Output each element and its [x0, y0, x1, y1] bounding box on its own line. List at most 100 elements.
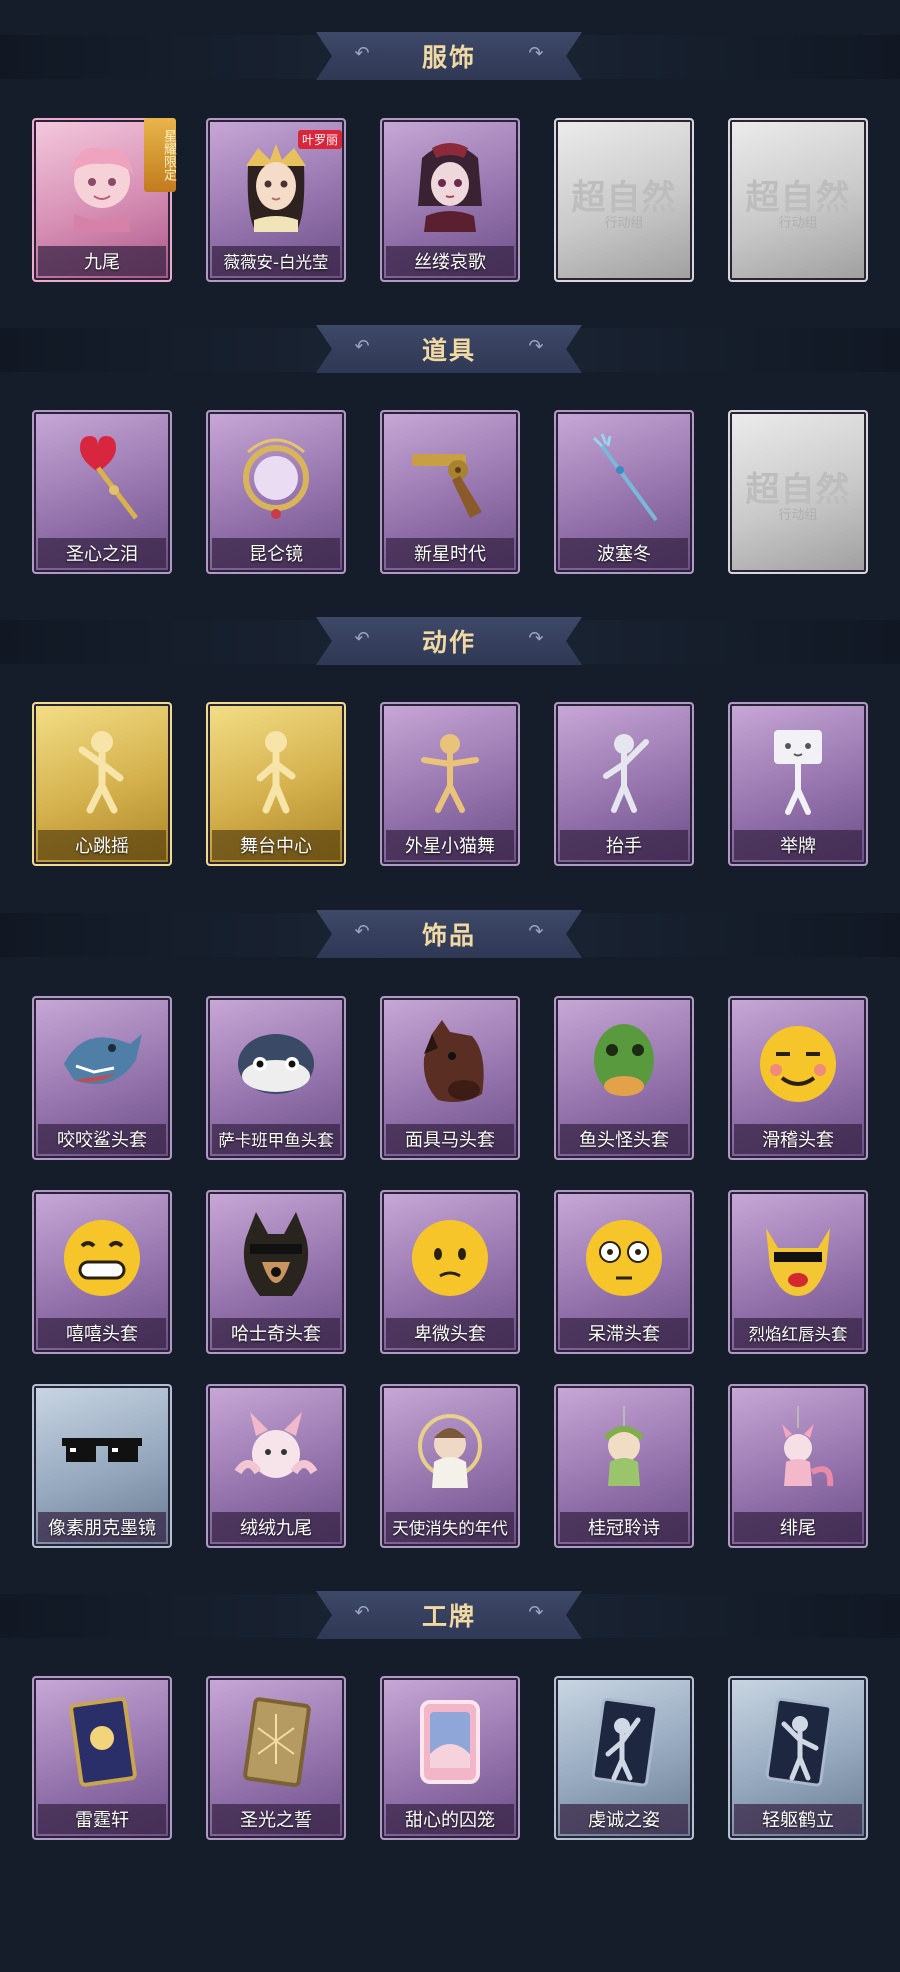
item-card[interactable]: 昆仑镜 [206, 410, 346, 574]
label-bar: 嘻嘻头套 [38, 1318, 166, 1348]
item-card[interactable]: 丝缕哀歌 [380, 118, 520, 282]
item-card[interactable]: 呆滞头套 [554, 1190, 694, 1354]
placeholder-logo-sub: 行动组 [778, 508, 818, 523]
item-card[interactable]: 叶罗丽 薇薇安-白光莹 [206, 118, 346, 282]
item-label: 卑微头套 [414, 1324, 486, 1345]
item-card[interactable]: 绒绒九尾 [206, 1384, 346, 1548]
item-card[interactable]: 滑稽头套 [728, 996, 868, 1160]
item-label: 烈焰红唇头套 [748, 1325, 848, 1344]
golden-crown-girl-portrait-icon [222, 134, 330, 234]
label-bar: 萨卡班甲鱼头套 [212, 1124, 340, 1154]
swirl-right-icon: ↷ [528, 628, 544, 649]
horse-head-icon [396, 1012, 504, 1112]
item-card[interactable]: 波塞冬 [554, 410, 694, 574]
holy-light-card-icon [222, 1692, 330, 1792]
item-card[interactable]: 舞台中心 [206, 702, 346, 866]
fish-head-icon [222, 1012, 330, 1112]
swirl-left-icon: ↶ [354, 43, 370, 64]
item-card[interactable]: 桂冠聆诗 [554, 1384, 694, 1548]
item-card[interactable]: 萨卡班甲鱼头套 [206, 996, 346, 1160]
gothic-girl-portrait-icon [396, 134, 504, 234]
limited-badge: 星耀限定 [144, 118, 176, 192]
item-card[interactable]: 举牌 [728, 702, 868, 866]
placeholder-logo-sub: 行动组 [604, 216, 644, 231]
item-card-placeholder[interactable]: 超自然 行动组 [728, 118, 868, 282]
item-card[interactable]: 轻躯鹤立 [728, 1676, 868, 1840]
section-banner-accessories: ↶ 饰品 ↷ [316, 910, 582, 958]
label-bar: 心跳摇 [38, 830, 166, 860]
fish-monster-head-icon [570, 1012, 678, 1112]
item-card[interactable]: 嘻嘻头套 [32, 1190, 172, 1354]
laurel-charm-icon [570, 1400, 678, 1500]
item-label: 丝缕哀歌 [414, 252, 486, 273]
label-bar: 绒绒九尾 [212, 1512, 340, 1542]
swirl-right-icon: ↷ [528, 43, 544, 64]
label-bar: 甜心的囚笼 [386, 1804, 514, 1834]
item-label: 昆仑镜 [249, 544, 303, 565]
item-label: 新星时代 [414, 544, 486, 565]
label-bar: 哈士奇头套 [212, 1318, 340, 1348]
item-label: 桂冠聆诗 [588, 1518, 660, 1539]
item-card[interactable]: 像素朋克墨镜 [32, 1384, 172, 1548]
pixel-sunglasses-icon [48, 1400, 156, 1500]
pink-tail-charm-icon [744, 1400, 852, 1500]
item-card[interactable]: 烈焰红唇头套 [728, 1190, 868, 1354]
section-title: 动作 [421, 628, 476, 657]
section-banner-actions: ↶ 动作 ↷ [316, 617, 582, 665]
item-label: 呆滞头套 [588, 1324, 660, 1345]
placeholder-logo-sub: 行动组 [778, 216, 818, 231]
item-card[interactable]: 卑微头套 [380, 1190, 520, 1354]
item-card[interactable]: 咬咬鲨头套 [32, 996, 172, 1160]
label-bar: 昆仑镜 [212, 538, 340, 568]
item-card[interactable]: 抬手 [554, 702, 694, 866]
trident-icon [570, 426, 678, 526]
item-card[interactable]: 圣光之誓 [206, 1676, 346, 1840]
swirl-right-icon: ↷ [528, 1602, 544, 1623]
section-title: 饰品 [421, 921, 476, 950]
item-label: 萨卡班甲鱼头套 [218, 1131, 334, 1150]
item-card[interactable]: 面具马头套 [380, 996, 520, 1160]
ornate-mirror-icon [222, 426, 330, 526]
item-label: 波塞冬 [597, 544, 651, 565]
item-label: 哈士奇头套 [231, 1324, 321, 1345]
item-label: 滑稽头套 [762, 1130, 834, 1151]
item-card-placeholder[interactable]: 超自然 行动组 [554, 118, 694, 282]
pious-silhouette-card-icon [570, 1692, 678, 1792]
label-bar: 像素朋克墨镜 [38, 1512, 166, 1542]
item-label: 嘻嘻头套 [66, 1324, 138, 1345]
item-card[interactable]: 星耀限定 九尾 [32, 118, 176, 282]
funny-face-icon [744, 1012, 852, 1112]
label-bar: 卑微头套 [386, 1318, 514, 1348]
label-bar: 呆滞头套 [560, 1318, 688, 1348]
item-card[interactable]: 心跳摇 [32, 702, 172, 866]
item-label: 虔诚之姿 [588, 1810, 660, 1831]
raise-hand-icon [570, 718, 678, 818]
item-label: 天使消失的年代 [392, 1519, 508, 1538]
swirl-left-icon: ↶ [354, 628, 370, 649]
item-card[interactable]: 哈士奇头套 [206, 1190, 346, 1354]
item-label: 圣光之誓 [240, 1810, 312, 1831]
item-card[interactable]: 甜心的囚笼 [380, 1676, 520, 1840]
item-label: 舞台中心 [240, 836, 312, 857]
item-label: 绯尾 [780, 1518, 816, 1539]
label-bar: 虔诚之姿 [560, 1804, 688, 1834]
item-card[interactable]: 雷霆轩 [32, 1676, 172, 1840]
swirl-left-icon: ↶ [354, 921, 370, 942]
item-card[interactable]: 圣心之泪 [32, 410, 172, 574]
label-bar: 薇薇安-白光莹 [212, 246, 340, 276]
thunder-card-icon [48, 1692, 156, 1792]
section-title: 服饰 [421, 43, 476, 72]
label-bar: 九尾 [38, 246, 166, 276]
shark-head-icon [48, 1012, 156, 1112]
item-card[interactable]: 外星小猫舞 [380, 702, 520, 866]
item-label: 面具马头套 [405, 1130, 495, 1151]
item-card[interactable]: 虔诚之姿 [554, 1676, 694, 1840]
item-card-placeholder[interactable]: 超自然 行动组 [728, 410, 868, 574]
item-card[interactable]: 绯尾 [728, 1384, 868, 1548]
label-bar: 轻躯鹤立 [734, 1804, 862, 1834]
item-card[interactable]: 新星时代 [380, 410, 520, 574]
item-card[interactable]: 天使消失的年代 [380, 1384, 520, 1548]
item-card[interactable]: 鱼头怪头套 [554, 996, 694, 1160]
humble-face-icon [396, 1206, 504, 1306]
label-bar: 面具马头套 [386, 1124, 514, 1154]
